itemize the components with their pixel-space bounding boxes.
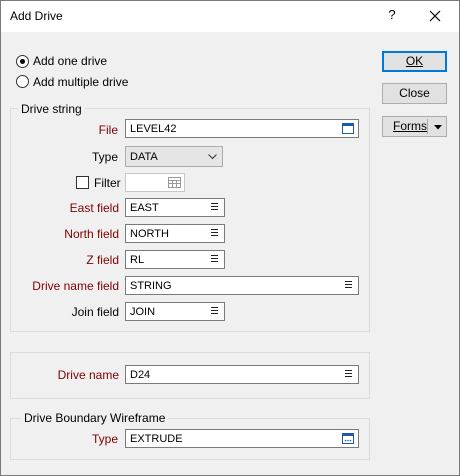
file-input[interactable]: LEVEL42 xyxy=(125,119,359,138)
type-value: DATA xyxy=(130,151,158,163)
file-label: File xyxy=(98,123,118,137)
east-field-input[interactable]: EAST xyxy=(125,198,225,217)
wireframe-type-value: EXTRUDE xyxy=(130,433,183,445)
drive-name-label: Drive name xyxy=(57,368,119,382)
help-button[interactable]: ? xyxy=(382,7,402,27)
drive-name-value: D24 xyxy=(130,369,151,381)
drive-string-title: Drive string xyxy=(18,102,85,116)
menu-icon[interactable] xyxy=(211,203,218,212)
chevron-down-icon xyxy=(208,154,217,160)
title-bar: Add Drive ? xyxy=(1,1,459,32)
add-one-drive-radio[interactable] xyxy=(16,55,29,68)
type-label: Type xyxy=(91,150,118,164)
filter-checkbox[interactable] xyxy=(76,176,89,189)
add-multiple-drive-radio[interactable] xyxy=(16,75,29,88)
close-icon[interactable] xyxy=(424,5,446,27)
caret-down-icon[interactable] xyxy=(434,125,442,130)
menu-icon[interactable] xyxy=(211,229,218,238)
close-label: Close xyxy=(399,86,430,100)
menu-icon[interactable] xyxy=(345,370,352,379)
wireframe-type-input[interactable]: EXTRUDE xyxy=(125,429,359,448)
z-field-label: Z field xyxy=(86,253,119,267)
dialog-title: Add Drive xyxy=(10,9,63,23)
wireframe-title: Drive Boundary Wireframe xyxy=(21,411,169,425)
ok-button[interactable]: OK xyxy=(382,51,447,72)
menu-icon[interactable] xyxy=(345,281,352,290)
z-field-value: RL xyxy=(130,254,145,266)
east-field-value: EAST xyxy=(130,202,159,214)
filter-input[interactable] xyxy=(125,173,185,192)
join-field-input[interactable]: JOIN xyxy=(125,302,225,321)
filter-grid-icon[interactable] xyxy=(168,177,181,188)
file-value: LEVEL42 xyxy=(130,123,177,135)
north-field-label: North field xyxy=(64,227,119,241)
add-multiple-drive-label: Add multiple drive xyxy=(33,75,129,89)
add-one-drive-label: Add one drive xyxy=(33,54,108,68)
forms-label: Forms xyxy=(393,119,427,133)
forms-button[interactable]: Forms xyxy=(382,116,447,137)
drive-name-field-value: STRING xyxy=(130,280,172,292)
filter-label: Filter xyxy=(94,176,121,190)
close-button[interactable]: Close xyxy=(382,83,447,104)
ok-label: OK xyxy=(405,54,424,68)
join-field-value: JOIN xyxy=(130,306,156,318)
drive-name-field-label: Drive name field xyxy=(32,279,119,293)
wireframe-type-label: Type xyxy=(91,432,118,446)
file-browse-icon[interactable] xyxy=(342,123,354,134)
wireframe-browse-icon[interactable] xyxy=(342,433,354,444)
z-field-input[interactable]: RL xyxy=(125,250,225,269)
join-field-label: Join field xyxy=(71,305,119,319)
drive-name-input[interactable]: D24 xyxy=(125,365,359,384)
add-drive-dialog: Add Drive ? Add one drive Add multiple d… xyxy=(0,0,460,476)
drive-string-group xyxy=(10,108,370,332)
drive-name-field-input[interactable]: STRING xyxy=(125,276,359,295)
north-field-input[interactable]: NORTH xyxy=(125,224,225,243)
menu-icon[interactable] xyxy=(211,307,218,316)
forms-divider xyxy=(427,119,428,134)
north-field-value: NORTH xyxy=(130,228,169,240)
east-field-label: East field xyxy=(69,201,119,215)
type-select[interactable]: DATA xyxy=(125,146,223,167)
menu-icon[interactable] xyxy=(211,255,218,264)
